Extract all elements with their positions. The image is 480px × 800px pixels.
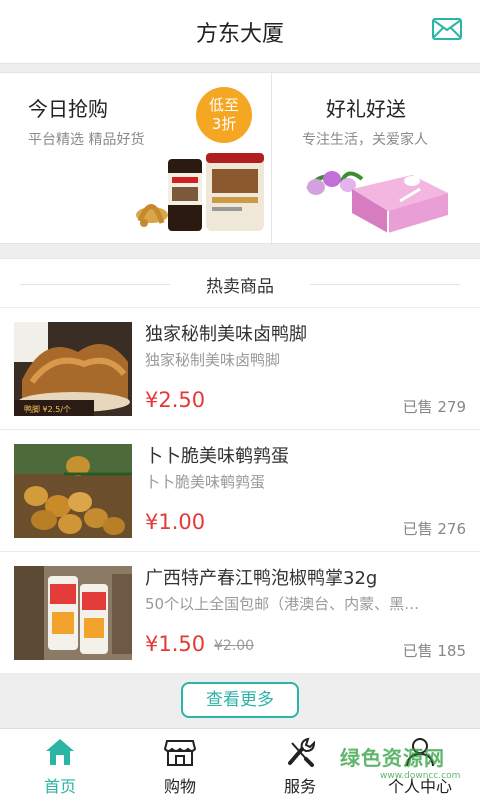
product-image: 鸭脚 ¥2.5/个 <box>14 322 132 416</box>
badge-line-1: 低至 <box>208 96 239 114</box>
product-image <box>14 444 132 538</box>
nav-item-home[interactable]: 首页 <box>0 729 120 800</box>
product-list: 鸭脚 ¥2.5/个 独家秘制美味卤鸭脚 独家秘制美味卤鸭脚 ¥2.50 已售 2… <box>0 308 480 674</box>
supplement-products-image <box>136 153 264 231</box>
page-title: 方东大厦 <box>195 22 284 47</box>
sold-count: 已售 279 <box>402 398 466 416</box>
view-more-button[interactable]: 查看更多 <box>181 682 299 718</box>
list-item[interactable]: 卜卜脆美味鹌鹑蛋 卜卜脆美味鹌鹑蛋 ¥1.00 已售 276 <box>0 430 480 552</box>
product-name: 独家秘制美味卤鸭脚 <box>145 324 307 345</box>
sold-count: 已售 185 <box>402 642 466 660</box>
badge-line-2: 3折 <box>211 115 237 133</box>
divider-right <box>310 284 460 285</box>
discount-badge: 低至 3折 <box>196 87 252 143</box>
original-price: ¥2.00 <box>214 638 255 654</box>
flash-sale-subtitle: 平台精选 精品好货 <box>28 132 145 148</box>
gift-title: 好礼好送 <box>326 97 406 121</box>
svg-text:鸭脚 ¥2.5/个: 鸭脚 ¥2.5/个 <box>24 404 71 414</box>
product-name: 广西特产春江鸭泡椒鸭掌32g <box>145 568 378 589</box>
flash-sale-card[interactable]: 今日抢购 平台精选 精品好货 低至 3折 <box>0 73 272 245</box>
watermark-text: 绿色资源网 <box>340 746 445 770</box>
nav-item-shop[interactable]: 购物 <box>120 729 240 800</box>
list-item[interactable]: 广西特产春江鸭泡椒鸭掌32g 50个以上全国包邮（港澳台、内蒙、黑… ¥1.50… <box>0 552 480 674</box>
promo-section: 今日抢购 平台精选 精品好货 低至 3折 好礼好送 专注生活，关爱家人 <box>0 72 480 245</box>
sold-count: 已售 276 <box>402 520 466 538</box>
watermark: 绿色资源网 www.downcc.com <box>340 742 460 781</box>
home-icon <box>46 739 74 765</box>
mail-icon[interactable] <box>432 18 462 40</box>
product-desc: 独家秘制美味卤鸭脚 <box>145 351 281 369</box>
product-desc: 卜卜脆美味鹌鹑蛋 <box>145 473 266 491</box>
shop-icon <box>164 740 196 766</box>
gift-box-image <box>306 171 448 233</box>
product-price: ¥1.00 <box>145 510 206 534</box>
product-desc: 50个以上全国包邮（港澳台、内蒙、黑… <box>145 595 420 613</box>
product-price: ¥1.50 <box>145 632 206 656</box>
flash-sale-title: 今日抢购 <box>28 97 108 121</box>
gift-card[interactable]: 好礼好送 专注生活，关爱家人 <box>272 73 480 245</box>
product-price: ¥2.50 <box>145 388 206 412</box>
tools-icon <box>288 737 316 767</box>
hot-products-header: 热卖商品 <box>0 258 480 308</box>
list-item[interactable]: 鸭脚 ¥2.5/个 独家秘制美味卤鸭脚 独家秘制美味卤鸭脚 ¥2.50 已售 2… <box>0 308 480 430</box>
nav-label-home: 首页 <box>43 777 76 796</box>
gift-subtitle: 专注生活，关爱家人 <box>302 132 428 148</box>
more-section: 查看更多 <box>0 674 480 728</box>
top-bar: 方东大厦 <box>0 0 480 64</box>
product-image <box>14 566 132 660</box>
nav-label-shop: 购物 <box>163 777 196 796</box>
product-name: 卜卜脆美味鹌鹑蛋 <box>145 446 289 467</box>
watermark-url: www.downcc.com <box>380 771 461 781</box>
